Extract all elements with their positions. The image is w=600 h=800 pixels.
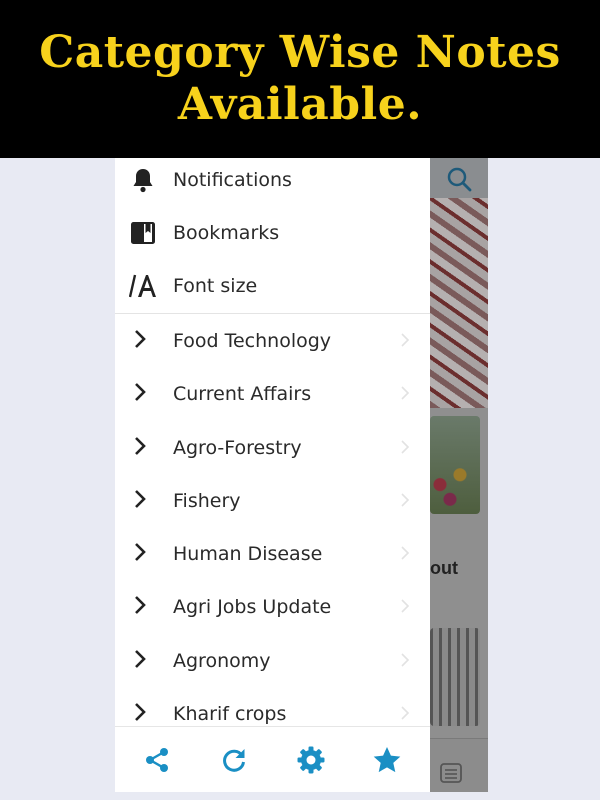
banner-title-line2: Available. xyxy=(177,79,423,130)
bookmark-icon xyxy=(129,219,157,247)
category-item-agronomy[interactable]: Agronomy xyxy=(115,636,430,686)
category-label: Food Technology xyxy=(173,330,332,352)
chevron-right-icon xyxy=(133,702,147,726)
article-image[interactable] xyxy=(430,198,488,408)
chevron-right-icon xyxy=(400,332,410,351)
category-item-food-technology[interactable]: Food Technology xyxy=(115,316,430,366)
refresh-icon[interactable] xyxy=(219,745,249,775)
category-label: Agro-Forestry xyxy=(173,437,302,459)
font-size-icon xyxy=(129,272,157,300)
star-icon[interactable] xyxy=(372,745,402,775)
category-label: Human Disease xyxy=(173,543,323,565)
chevron-right-icon xyxy=(133,436,147,460)
chevron-right-icon xyxy=(400,439,410,458)
article-thumbnail[interactable] xyxy=(430,628,480,726)
chevron-right-icon xyxy=(400,545,410,564)
article-title-fragment[interactable]: out xyxy=(430,558,488,579)
article-thumbnail[interactable] xyxy=(430,416,480,514)
chevron-right-icon xyxy=(400,492,410,511)
menu-item-bookmarks[interactable]: Bookmarks xyxy=(115,208,430,258)
category-item-human-disease[interactable]: Human Disease xyxy=(115,529,430,579)
list-icon[interactable] xyxy=(440,763,462,783)
menu-item-notifications[interactable]: Notifications xyxy=(115,158,430,205)
chevron-right-icon xyxy=(400,598,410,617)
menu-item-label: Notifications xyxy=(173,169,292,191)
settings-icon[interactable] xyxy=(296,745,326,775)
menu-item-font-size[interactable]: Font size xyxy=(115,261,430,311)
phone-screenshot: out Notifications Bookmarks Font size Fo… xyxy=(115,158,488,792)
chevron-right-icon xyxy=(400,705,410,724)
share-icon[interactable] xyxy=(142,745,172,775)
banner-title-line1: Category Wise Notes xyxy=(39,27,561,78)
chevron-right-icon xyxy=(133,595,147,619)
category-label: Agronomy xyxy=(173,650,271,672)
chevron-right-icon xyxy=(133,382,147,406)
category-label: Agri Jobs Update xyxy=(173,596,332,618)
category-label: Kharif crops xyxy=(173,703,287,725)
category-label: Current Affairs xyxy=(173,383,312,405)
chevron-right-icon xyxy=(133,489,147,513)
bottom-nav xyxy=(430,738,488,792)
chevron-right-icon xyxy=(133,649,147,673)
chevron-right-icon xyxy=(400,385,410,404)
chevron-right-icon xyxy=(133,329,147,353)
category-item-agri-jobs-update[interactable]: Agri Jobs Update xyxy=(115,582,430,632)
category-item-agro-forestry[interactable]: Agro-Forestry xyxy=(115,423,430,473)
chevron-right-icon xyxy=(133,542,147,566)
promo-banner: Category Wise Notes Available. xyxy=(0,0,600,158)
app-header xyxy=(430,158,488,198)
navigation-drawer: Notifications Bookmarks Font size Food T… xyxy=(115,158,430,792)
background-app: out xyxy=(430,158,488,792)
menu-divider xyxy=(115,313,430,314)
bell-icon xyxy=(129,166,157,194)
menu-item-label: Font size xyxy=(173,275,258,297)
drawer-action-bar xyxy=(115,726,430,792)
category-item-current-affairs[interactable]: Current Affairs xyxy=(115,369,430,419)
category-item-fishery[interactable]: Fishery xyxy=(115,476,430,526)
category-label: Fishery xyxy=(173,490,241,512)
search-icon[interactable] xyxy=(446,166,472,192)
menu-item-label: Bookmarks xyxy=(173,222,280,244)
chevron-right-icon xyxy=(400,652,410,671)
